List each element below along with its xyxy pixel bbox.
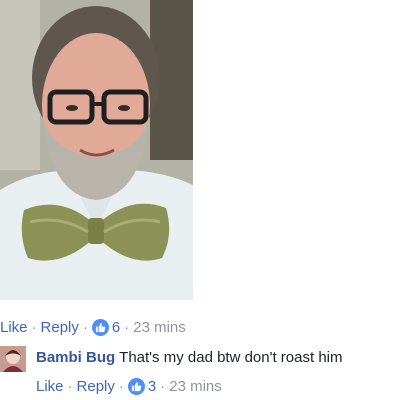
separator: · <box>124 318 130 336</box>
separator: · <box>67 377 73 395</box>
comment-like-link[interactable]: Like <box>36 378 64 395</box>
comment-author[interactable]: Bambi Bug <box>36 349 115 366</box>
reaction-count-value: 6 <box>111 318 121 336</box>
post-photo[interactable] <box>0 0 193 300</box>
comment-reaction-count[interactable]: 3 <box>127 377 157 395</box>
separator: · <box>31 318 37 336</box>
reply-link[interactable]: Reply <box>41 319 79 336</box>
post-action-row: Like · Reply · 6 · 23 mins <box>0 318 186 336</box>
comment-action-row: Like · Reply · 3 · 23 mins <box>36 377 222 395</box>
comment-reply-link[interactable]: Reply <box>77 378 115 395</box>
thumbs-up-icon <box>127 377 145 395</box>
thumbs-up-icon <box>91 318 109 336</box>
like-link[interactable]: Like <box>0 319 28 336</box>
timestamp[interactable]: 23 mins <box>133 319 186 336</box>
separator: · <box>160 377 166 395</box>
comment: Bambi Bug That's my dad btw don't roast h… <box>0 342 401 372</box>
comment-text: That's my dad btw don't roast him <box>119 349 343 366</box>
comment-reaction-count-value: 3 <box>147 377 157 395</box>
comment-timestamp[interactable]: 23 mins <box>169 378 222 395</box>
separator: · <box>118 377 124 395</box>
reaction-count[interactable]: 6 <box>91 318 121 336</box>
comment-body: Bambi Bug That's my dad btw don't roast h… <box>36 349 343 366</box>
separator: · <box>82 318 88 336</box>
man-with-bowtie-photo <box>0 0 193 300</box>
avatar[interactable] <box>0 346 26 372</box>
